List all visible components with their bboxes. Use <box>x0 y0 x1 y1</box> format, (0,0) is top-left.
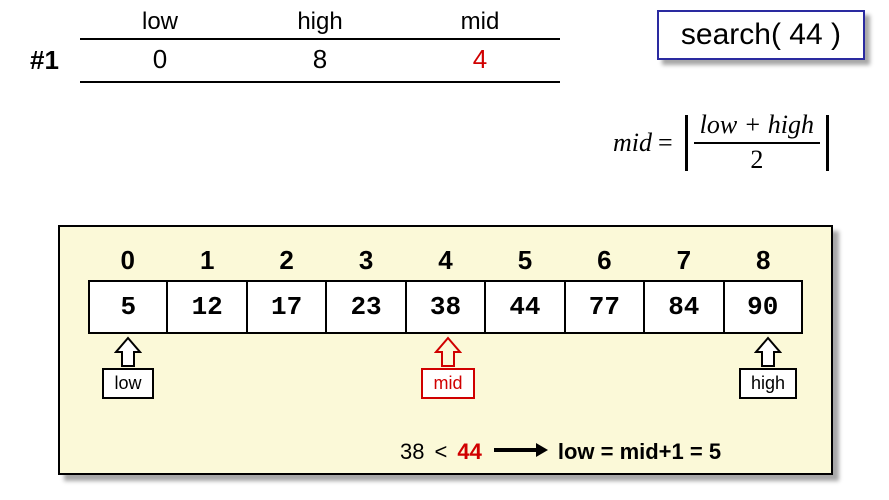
state-header-low: low <box>80 8 240 38</box>
search-badge: search( 44 ) <box>657 10 865 60</box>
floor-brackets: low + high 2 <box>685 115 829 171</box>
state-value-low: 0 <box>80 40 240 81</box>
formula-eq: = <box>658 128 673 158</box>
array-value: 12 <box>167 280 246 334</box>
array-value: 84 <box>644 280 723 334</box>
search-label: search( 44 ) <box>681 18 841 51</box>
array-col: 784 <box>644 245 723 334</box>
formula-numerator: low + high <box>694 111 820 144</box>
pointer-low: low <box>88 336 168 399</box>
state-row-label: #1 <box>30 45 80 76</box>
array-index: 2 <box>247 245 326 280</box>
array-index: 8 <box>724 245 803 280</box>
array-value: 17 <box>247 280 326 334</box>
state-header-mid: mid <box>400 8 560 38</box>
array-index: 0 <box>88 245 167 280</box>
array-value: 44 <box>485 280 564 334</box>
array-col: 677 <box>565 245 644 334</box>
pointer-low-label: low <box>102 368 153 399</box>
array-col: 544 <box>485 245 564 334</box>
array-value: 77 <box>565 280 644 334</box>
pointer-mid-label: mid <box>421 368 474 399</box>
pointer-row: low mid high <box>88 336 803 416</box>
array-col: 05 <box>88 245 167 334</box>
pointer-mid: mid <box>408 336 488 399</box>
array-index: 4 <box>406 245 485 280</box>
mid-formula: mid = low + high 2 <box>613 115 829 171</box>
array-index: 7 <box>644 245 723 280</box>
state-value-mid: 4 <box>400 40 560 81</box>
array-row: 05 112 217 323 438 544 677 784 890 <box>88 245 803 334</box>
array-col: 112 <box>167 245 246 334</box>
up-arrow-icon <box>754 336 782 372</box>
array-index: 3 <box>326 245 405 280</box>
up-arrow-icon <box>114 336 142 372</box>
array-index: 5 <box>485 245 564 280</box>
pointer-high-label: high <box>739 368 797 399</box>
formula-denominator: 2 <box>750 144 763 175</box>
comparison-line: 38 < 44 low = mid+1 = 5 <box>400 439 721 465</box>
pointer-high: high <box>728 336 808 399</box>
array-index: 1 <box>167 245 246 280</box>
formula-lhs: mid <box>613 128 652 158</box>
array-col: 438 <box>406 245 485 334</box>
array-col: 890 <box>724 245 803 334</box>
state-table: low high mid #1 0 8 4 <box>30 8 560 83</box>
right-arrow-icon <box>492 439 548 465</box>
state-header-high: high <box>240 8 400 38</box>
comparison-lhs: 38 <box>400 439 424 465</box>
array-value: 38 <box>406 280 485 334</box>
array-value: 90 <box>724 280 803 334</box>
array-col: 323 <box>326 245 405 334</box>
comparison-result: low = mid+1 = 5 <box>558 439 721 465</box>
comparison-target: 44 <box>457 439 481 465</box>
array-index: 6 <box>565 245 644 280</box>
array-value: 5 <box>88 280 167 334</box>
comparison-op: < <box>434 439 447 465</box>
state-value-high: 8 <box>240 40 400 81</box>
up-arrow-icon <box>434 336 462 372</box>
array-col: 217 <box>247 245 326 334</box>
array-value: 23 <box>326 280 405 334</box>
fraction: low + high 2 <box>694 111 820 174</box>
array-panel: 05 112 217 323 438 544 677 784 890 low m… <box>58 225 833 475</box>
